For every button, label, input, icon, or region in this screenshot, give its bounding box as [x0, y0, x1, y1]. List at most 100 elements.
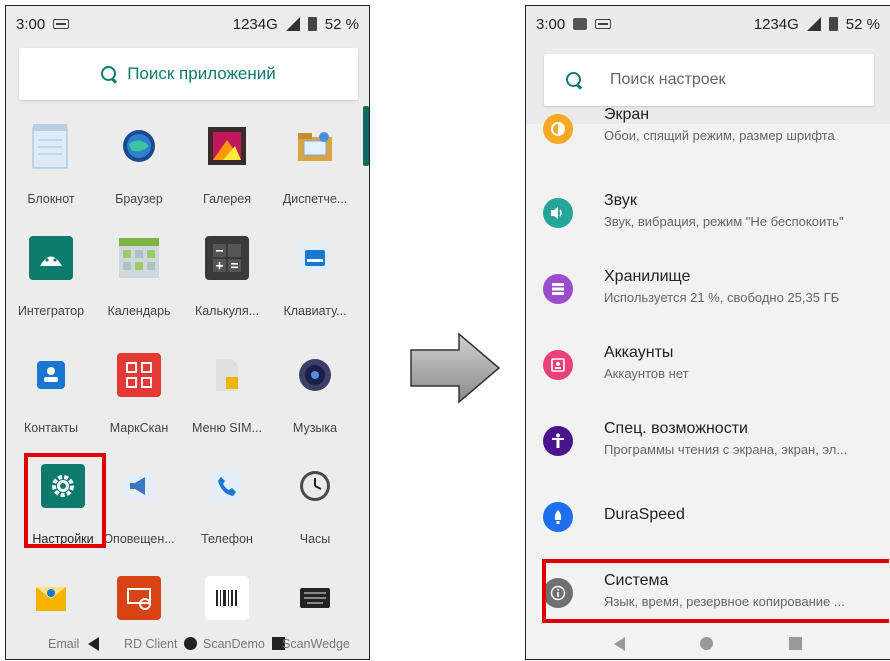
app-notepad[interactable]: Блокнот — [6, 124, 96, 206]
app-integrator[interactable]: Интегратор — [6, 236, 96, 318]
display-icon — [543, 114, 573, 144]
app-label: Меню SIM... — [192, 421, 262, 435]
battery-icon — [307, 17, 317, 31]
app-search-label: Поиск приложений — [127, 64, 276, 83]
signal-icon — [806, 17, 821, 31]
file-manager-icon — [293, 124, 337, 168]
setting-display[interactable]: Экран Обои, спящий режим, размер шрифта — [526, 104, 890, 160]
setting-subtitle: Аккаунтов нет — [604, 366, 689, 381]
setting-title: Хранилище — [604, 268, 691, 285]
app-clock[interactable]: Часы — [270, 464, 360, 546]
app-label: Календарь — [107, 304, 171, 318]
setting-duraspeed[interactable]: DuraSpeed — [526, 482, 890, 552]
setting-subtitle: Используется 21 %, свободно 25,35 ГБ — [604, 290, 840, 305]
app-label: Музыка — [292, 421, 338, 435]
app-markscan[interactable]: МаркСкан — [94, 353, 184, 435]
settings-highlight-box — [24, 453, 106, 548]
setting-title: Звук — [604, 192, 637, 209]
app-calendar[interactable]: Календарь — [94, 236, 184, 318]
calculator-icon — [205, 236, 249, 280]
recents-button[interactable] — [789, 637, 803, 650]
app-file-manager[interactable]: Диспетче... — [270, 124, 360, 206]
app-search-bar[interactable]: Поиск приложений — [19, 48, 358, 100]
image-notification-icon — [573, 18, 588, 30]
phone-icon — [205, 464, 249, 508]
keyboard-icon — [293, 236, 337, 280]
app-notifications[interactable]: Оповещен... — [94, 464, 184, 546]
app-label: Клавиату... — [283, 304, 347, 318]
app-rd-client[interactable] — [94, 576, 184, 620]
network-label: 1234G — [232, 15, 278, 33]
settings-search-bar[interactable]: Поиск настроек — [544, 54, 874, 106]
app-label: Блокнот — [27, 192, 75, 206]
setting-title: Спец. возможности — [604, 420, 748, 437]
app-browser[interactable]: Браузер — [94, 124, 184, 206]
setting-accounts[interactable]: Аккаунты Аккаунтов нет — [526, 330, 890, 400]
navigation-bar — [526, 626, 890, 659]
setting-accessibility[interactable]: Спец. возможности Программы чтения с экр… — [526, 406, 890, 476]
keyboard-status-icon — [595, 19, 612, 29]
android-icon — [29, 236, 73, 280]
search-icon — [101, 66, 117, 82]
email-icon — [29, 576, 73, 620]
app-label: Браузер — [115, 192, 163, 206]
app-label: Диспетче... — [282, 192, 348, 206]
app-keyboard[interactable]: Клавиату... — [270, 236, 360, 318]
app-label: RD Client — [124, 637, 178, 651]
arrow-right-icon — [410, 332, 501, 404]
back-button[interactable] — [88, 637, 99, 651]
battery-icon — [828, 17, 838, 31]
home-button[interactable] — [184, 637, 197, 650]
home-button[interactable] — [700, 637, 714, 650]
app-label: Калькуля... — [194, 304, 260, 318]
app-label: Часы — [299, 532, 331, 546]
app-label: Галерея — [203, 192, 251, 206]
accessibility-icon — [543, 426, 573, 456]
setting-subtitle: Звук, вибрация, режим "Не беспокоить" — [604, 214, 844, 229]
storage-icon — [543, 274, 573, 304]
setting-subtitle: Обои, спящий режим, размер шрифта — [604, 128, 835, 143]
notepad-icon — [29, 124, 73, 169]
app-scanwedge[interactable] — [270, 576, 360, 620]
app-label: Оповещен... — [103, 532, 175, 546]
app-email[interactable] — [6, 576, 96, 620]
back-button[interactable] — [613, 636, 625, 651]
account-icon — [543, 350, 573, 380]
app-label: МаркСкан — [109, 421, 169, 435]
megaphone-icon — [117, 464, 161, 508]
keyboard-status-icon — [53, 19, 70, 29]
app-label: ScanDemo — [203, 637, 265, 651]
settings-search-placeholder: Поиск настроек — [610, 71, 726, 88]
app-scandemo[interactable] — [182, 576, 272, 620]
setting-sound[interactable]: Звук Звук, вибрация, режим "Не беспокоит… — [526, 178, 890, 248]
system-highlight-box — [542, 559, 889, 623]
app-calculator[interactable]: Калькуля... — [182, 236, 272, 318]
volume-icon — [543, 198, 573, 228]
app-music[interactable]: Музыка — [270, 353, 360, 435]
contacts-icon — [29, 353, 73, 397]
app-sim-menu[interactable]: Меню SIM... — [182, 353, 272, 435]
bottom-app-labels: Email RD Client ScanDemo ScanWedge — [6, 626, 369, 659]
app-drawer-screen: 3:00 1234G 52 % Поиск приложений Блокнот… — [5, 5, 370, 660]
setting-storage[interactable]: Хранилище Используется 21 %, свободно 25… — [526, 254, 890, 324]
settings-screen: 3:00 1234G 52 % Поиск настроек Экран Обо… — [525, 5, 890, 660]
barcode-icon — [205, 576, 249, 620]
rocket-icon — [543, 502, 573, 532]
setting-subtitle: Программы чтения с экрана, экран, эл... — [604, 442, 848, 457]
app-label: Email — [48, 637, 80, 651]
app-contacts[interactable]: Контакты — [6, 353, 96, 435]
setting-title: Аккаунты — [604, 344, 674, 361]
setting-title: Экран — [604, 106, 650, 123]
calendar-icon — [117, 236, 161, 280]
gallery-icon — [205, 124, 249, 168]
remote-desktop-icon — [117, 576, 161, 620]
status-bar: 3:00 1234G 52 % — [526, 6, 890, 42]
app-label: Интегратор — [17, 304, 85, 318]
status-time: 3:00 — [536, 15, 566, 33]
app-phone[interactable]: Телефон — [182, 464, 272, 546]
search-icon — [566, 72, 582, 88]
app-gallery[interactable]: Галерея — [182, 124, 272, 206]
app-label: Телефон — [201, 532, 253, 546]
app-label: ScanWedge — [282, 637, 350, 651]
scrollbar[interactable] — [363, 106, 369, 166]
